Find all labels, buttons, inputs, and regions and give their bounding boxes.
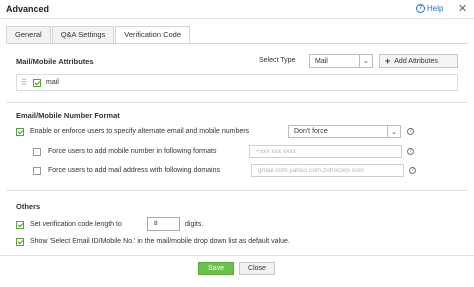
drag-handle-icon[interactable]: ⠿ xyxy=(21,78,27,87)
close-icon[interactable]: ✕ xyxy=(458,2,467,15)
tab-divider xyxy=(6,43,468,44)
save-button[interactable]: Save xyxy=(198,262,234,275)
help-hint-icon[interactable]: ? xyxy=(407,148,414,155)
number-format-title: Email/Mobile Number Format xyxy=(16,111,120,120)
chevron-down-icon: ⌄ xyxy=(387,126,400,137)
code-length-checkbox[interactable] xyxy=(16,221,24,229)
help-hint-icon[interactable]: ? xyxy=(409,167,416,174)
add-attributes-button[interactable]: + Add Attributes xyxy=(379,54,458,68)
attribute-mail-checkbox[interactable] xyxy=(33,79,41,87)
mail-domain-label: Force users to add mail address with fol… xyxy=(48,167,220,174)
help-icon: ? xyxy=(416,4,425,13)
code-length-suffix: digits. xyxy=(185,221,204,228)
attribute-list: ⠿ mail xyxy=(16,74,458,91)
select-type-label: Select Type xyxy=(259,57,296,64)
tab-bar: General Q&A Settings Verification Code xyxy=(6,26,191,44)
mail-domain-checkbox[interactable] xyxy=(33,167,41,175)
mobile-format-input[interactable]: +xxx xxx xxxx xyxy=(249,145,402,158)
enforce-dropdown[interactable]: Don't force ⌄ xyxy=(288,125,401,138)
footer-divider xyxy=(0,255,474,256)
chevron-down-icon: ⌄ xyxy=(359,55,372,67)
tab-qa-settings[interactable]: Q&A Settings xyxy=(51,26,115,43)
mail-mobile-attributes-title: Mail/Mobile Attributes xyxy=(16,57,94,66)
enforce-alternate-label: Enable or enforce users to specify alter… xyxy=(30,128,250,135)
show-select-default-checkbox[interactable] xyxy=(16,238,24,246)
others-title: Others xyxy=(16,202,41,211)
code-length-input[interactable]: 8 xyxy=(147,217,180,231)
enforce-alternate-checkbox[interactable] xyxy=(16,128,24,136)
select-type-value: Mail xyxy=(315,58,328,65)
mobile-format-checkbox[interactable] xyxy=(33,148,41,156)
section-divider xyxy=(6,102,468,103)
dialog-header: Advanced ? Help ✕ xyxy=(0,0,474,19)
attribute-mail-label: mail xyxy=(46,79,59,86)
code-length-label: Set verification code length to xyxy=(30,221,122,228)
help-label: Help xyxy=(427,4,444,13)
add-attributes-label: Add Attributes xyxy=(394,57,438,65)
section-divider xyxy=(6,190,468,191)
mobile-format-label: Force users to add mobile number in foll… xyxy=(48,148,217,155)
tab-general[interactable]: General xyxy=(6,26,51,43)
plus-icon: + xyxy=(385,55,391,66)
tab-verification-code[interactable]: Verification Code xyxy=(115,26,190,44)
show-select-default-label: Show 'Select Email ID/Mobile No.' in the… xyxy=(30,238,290,245)
help-hint-icon[interactable]: ? xyxy=(407,128,414,135)
mail-domain-input[interactable]: gmail.com,yahoo.com,zohocorp.com xyxy=(251,164,404,177)
dialog-title: Advanced xyxy=(6,4,50,14)
select-type-dropdown[interactable]: Mail ⌄ xyxy=(309,54,373,68)
help-link[interactable]: ? Help xyxy=(416,4,443,13)
close-button[interactable]: Close xyxy=(239,262,275,275)
enforce-dropdown-value: Don't force xyxy=(294,128,328,135)
